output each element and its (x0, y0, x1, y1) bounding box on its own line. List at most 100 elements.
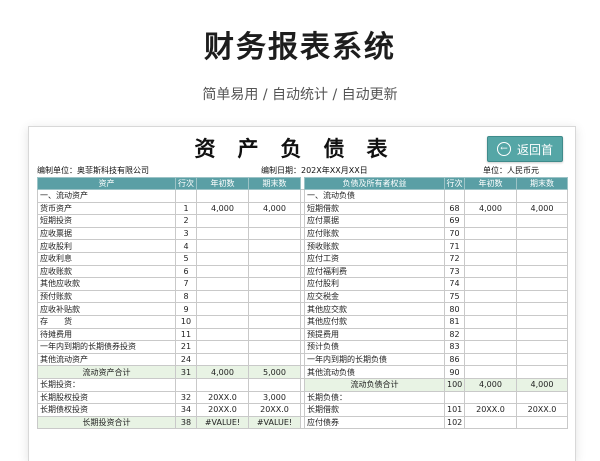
cell-asset-begin[interactable] (196, 277, 249, 291)
cell-liability-begin[interactable] (464, 239, 517, 253)
cell-asset-name[interactable]: 应收股利 (37, 239, 176, 253)
cell-asset-row-no[interactable]: 32 (175, 390, 197, 405)
cell-liability-end[interactable] (516, 189, 568, 203)
cell-asset-row-no[interactable]: 10 (175, 314, 197, 329)
cell-asset-end[interactable] (248, 314, 301, 329)
cell-liability-row-no[interactable]: 72 (444, 251, 465, 266)
cell-asset-row-no[interactable]: 5 (175, 251, 197, 266)
cell-liability-row-no[interactable]: 102 (444, 415, 465, 430)
cell-asset-name[interactable]: 待摊费用 (37, 327, 176, 342)
cell-liability-end[interactable] (516, 327, 568, 342)
cell-asset-row-no[interactable]: 2 (175, 214, 197, 228)
cell-liability-row-no[interactable]: 73 (444, 264, 465, 279)
cell-liability-begin[interactable] (464, 415, 517, 430)
cell-liability-row-no[interactable]: 82 (444, 327, 465, 342)
cell-liability-row-no[interactable]: 90 (444, 365, 465, 379)
cell-liability-row-no[interactable]: 86 (444, 352, 465, 367)
cell-liability-name[interactable]: 流动负债合计 (304, 377, 445, 392)
cell-liability-row-no[interactable]: 80 (444, 302, 465, 316)
cell-asset-end[interactable] (248, 277, 301, 291)
cell-asset-name[interactable]: 预付账款 (37, 289, 176, 304)
cell-liability-name[interactable]: 应付债券 (304, 415, 445, 430)
cell-liability-row-no[interactable]: 70 (444, 226, 465, 241)
cell-liability-name[interactable]: 应付股利 (304, 277, 445, 291)
cell-asset-name[interactable]: 一年内到期的长期债券投资 (37, 340, 176, 354)
cell-liability-row-no[interactable]: 101 (444, 403, 465, 417)
cell-asset-begin[interactable] (196, 377, 249, 392)
cell-liability-row-no[interactable]: 71 (444, 239, 465, 253)
cell-asset-end[interactable] (248, 377, 301, 392)
cell-asset-begin[interactable] (196, 327, 249, 342)
back-home-button[interactable]: ← 返回首 (487, 136, 563, 162)
cell-liability-name[interactable]: 一、流动负债 (304, 189, 445, 203)
cell-liability-name[interactable]: 应付账款 (304, 226, 445, 241)
cell-liability-name[interactable]: 其他应交款 (304, 302, 445, 316)
cell-asset-begin[interactable] (196, 226, 249, 241)
cell-liability-begin[interactable] (464, 390, 517, 405)
cell-asset-end[interactable] (248, 327, 301, 342)
cell-liability-name[interactable]: 长期负债： (304, 390, 445, 405)
cell-liability-begin[interactable] (464, 365, 517, 379)
cell-asset-end[interactable] (248, 340, 301, 354)
cell-asset-row-no[interactable]: 9 (175, 302, 197, 316)
cell-asset-end[interactable] (248, 302, 301, 316)
cell-liability-end[interactable] (516, 314, 568, 329)
cell-asset-row-no[interactable]: 11 (175, 327, 197, 342)
cell-liability-row-no[interactable]: 68 (444, 201, 465, 216)
cell-liability-name[interactable]: 预计负债 (304, 340, 445, 354)
cell-asset-begin[interactable] (196, 289, 249, 304)
cell-asset-row-no[interactable]: 4 (175, 239, 197, 253)
cell-asset-name[interactable]: 长期投资合计 (37, 415, 176, 430)
cell-asset-name[interactable]: 短期投资 (37, 214, 176, 228)
cell-asset-begin[interactable] (196, 264, 249, 279)
cell-asset-end[interactable]: #VALUE! (248, 415, 301, 430)
cell-asset-end[interactable] (248, 352, 301, 367)
cell-liability-name[interactable]: 应付工资 (304, 251, 445, 266)
cell-asset-row-no[interactable] (175, 189, 197, 203)
cell-liability-row-no[interactable]: 74 (444, 277, 465, 291)
cell-asset-row-no[interactable]: 24 (175, 352, 197, 367)
cell-liability-row-no[interactable]: 83 (444, 340, 465, 354)
cell-liability-begin[interactable]: 4,000 (464, 201, 517, 216)
cell-asset-begin[interactable]: 4,000 (196, 201, 249, 216)
cell-liability-begin[interactable]: 20XX.0 (464, 403, 517, 417)
cell-asset-row-no[interactable]: 34 (175, 403, 197, 417)
cell-asset-end[interactable] (248, 239, 301, 253)
cell-asset-begin[interactable]: #VALUE! (196, 415, 249, 430)
cell-liability-begin[interactable] (464, 189, 517, 203)
cell-asset-end[interactable] (248, 226, 301, 241)
cell-liability-begin[interactable] (464, 289, 517, 304)
cell-liability-name[interactable]: 长期借款 (304, 403, 445, 417)
cell-asset-begin[interactable] (196, 189, 249, 203)
cell-asset-name[interactable]: 一、流动资产 (37, 189, 176, 203)
cell-asset-begin[interactable] (196, 239, 249, 253)
cell-asset-begin[interactable] (196, 302, 249, 316)
cell-liability-begin[interactable] (464, 327, 517, 342)
cell-asset-row-no[interactable]: 3 (175, 226, 197, 241)
cell-asset-row-no[interactable]: 38 (175, 415, 197, 430)
cell-asset-name[interactable]: 其他应收款 (37, 277, 176, 291)
cell-liability-row-no[interactable]: 100 (444, 377, 465, 392)
cell-asset-name[interactable]: 应收账款 (37, 264, 176, 279)
cell-liability-name[interactable]: 预提费用 (304, 327, 445, 342)
cell-asset-row-no[interactable]: 7 (175, 277, 197, 291)
cell-asset-end[interactable]: 5,000 (248, 365, 301, 379)
cell-asset-begin[interactable] (196, 214, 249, 228)
cell-liability-name[interactable]: 其他应付款 (304, 314, 445, 329)
cell-liability-name[interactable]: 短期借款 (304, 201, 445, 216)
cell-liability-name[interactable]: 预收账款 (304, 239, 445, 253)
cell-asset-begin[interactable] (196, 340, 249, 354)
cell-liability-name[interactable]: 应付福利费 (304, 264, 445, 279)
cell-asset-end[interactable] (248, 289, 301, 304)
cell-asset-begin[interactable] (196, 251, 249, 266)
cell-liability-begin[interactable] (464, 352, 517, 367)
cell-liability-end[interactable] (516, 390, 568, 405)
cell-asset-end[interactable] (248, 264, 301, 279)
cell-asset-begin[interactable]: 20XX.0 (196, 403, 249, 417)
cell-liability-end[interactable] (516, 239, 568, 253)
cell-liability-name[interactable]: 其他流动负债 (304, 365, 445, 379)
cell-liability-row-no[interactable] (444, 189, 465, 203)
cell-asset-end[interactable] (248, 251, 301, 266)
cell-liability-name[interactable]: 一年内到期的长期负债 (304, 352, 445, 367)
cell-asset-name[interactable]: 长期投资： (37, 377, 176, 392)
